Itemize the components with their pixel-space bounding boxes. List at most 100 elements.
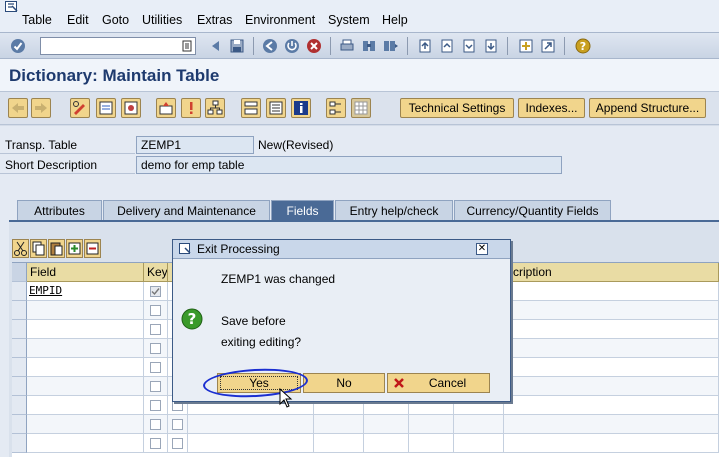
table-cell[interactable] (144, 377, 168, 396)
table-cell[interactable] (27, 358, 144, 377)
table-cell[interactable] (144, 396, 168, 415)
technical-settings-button[interactable]: Technical Settings (400, 98, 514, 118)
field-name[interactable]: EMPID (29, 284, 62, 297)
table-cell[interactable] (27, 320, 144, 339)
key-checkbox[interactable] (150, 419, 161, 430)
table-cell[interactable] (504, 358, 719, 377)
help-icon[interactable]: ? (575, 38, 591, 54)
save-icon[interactable] (229, 38, 245, 54)
table-cell[interactable] (144, 282, 168, 301)
tab-fields[interactable]: Fields (271, 200, 334, 220)
table-cell[interactable] (144, 434, 168, 453)
table-cell[interactable] (144, 320, 168, 339)
cancel-icon[interactable] (306, 38, 322, 54)
table-cell[interactable] (504, 377, 719, 396)
previous-page-icon[interactable] (439, 38, 455, 54)
back-arrow-button[interactable] (8, 98, 28, 118)
table-cell[interactable] (168, 434, 188, 453)
print-icon[interactable] (339, 38, 355, 54)
row-selector[interactable] (12, 434, 27, 453)
command-field[interactable] (40, 37, 196, 55)
display-object-list-button[interactable] (266, 98, 286, 118)
check-button[interactable] (121, 98, 141, 118)
table-cell[interactable] (364, 415, 409, 434)
row-selector[interactable] (12, 282, 27, 301)
information-button[interactable] (291, 98, 311, 118)
no-button[interactable]: No (303, 373, 385, 393)
row-selector[interactable] (12, 377, 27, 396)
activate-button[interactable] (156, 98, 176, 118)
table-cell[interactable] (504, 320, 719, 339)
table-cell[interactable] (504, 282, 719, 301)
find-next-icon[interactable] (383, 38, 399, 54)
menu-utilities[interactable]: Utilities (142, 13, 182, 27)
menu-extras[interactable]: Extras (197, 13, 232, 27)
back-icon[interactable] (262, 38, 278, 54)
row-selector[interactable] (12, 358, 27, 377)
table-cell[interactable] (27, 339, 144, 358)
table-cell[interactable] (144, 415, 168, 434)
command-history-icon[interactable] (182, 40, 192, 52)
tab-attributes[interactable]: Attributes (17, 200, 102, 220)
short-description-field[interactable]: demo for emp table (136, 156, 562, 174)
table-cell[interactable] (27, 377, 144, 396)
row-selector[interactable] (12, 339, 27, 358)
exit-icon[interactable] (284, 38, 300, 54)
table-cell[interactable] (504, 415, 719, 434)
display-change-button[interactable] (70, 98, 90, 118)
table-cell[interactable] (504, 396, 719, 415)
key-checkbox[interactable] (150, 400, 161, 411)
row-selector[interactable] (12, 301, 27, 320)
table-cell[interactable]: EMPID (27, 282, 144, 301)
row-selector[interactable] (12, 320, 27, 339)
menu-table[interactable]: Table (22, 13, 52, 27)
table-cell[interactable] (27, 415, 144, 434)
key-checkbox[interactable] (150, 438, 161, 449)
key-checkbox[interactable] (150, 381, 161, 392)
last-page-icon[interactable] (483, 38, 499, 54)
other-object-button[interactable] (96, 98, 116, 118)
shortcut-icon[interactable] (540, 38, 556, 54)
forward-arrow-button[interactable] (31, 98, 51, 118)
column-header-short-description[interactable]: scription (504, 263, 719, 282)
column-header-field[interactable]: Field (27, 263, 144, 282)
initial-checkbox[interactable] (172, 438, 183, 449)
menu-help[interactable]: Help (382, 13, 408, 27)
enter-checkmark-icon[interactable] (10, 38, 26, 54)
table-cell[interactable] (314, 415, 364, 434)
menu-goto[interactable]: Goto (102, 13, 129, 27)
table-cell[interactable] (454, 434, 504, 453)
row-selector[interactable] (12, 415, 27, 434)
indexes-button[interactable]: Indexes... (518, 98, 585, 118)
table-cell[interactable] (168, 415, 188, 434)
delete-row-button[interactable] (84, 239, 101, 258)
key-checkbox[interactable] (150, 305, 161, 316)
copy-button[interactable] (30, 239, 47, 258)
table-cell[interactable] (409, 415, 454, 434)
table-cell[interactable] (504, 339, 719, 358)
table-cell[interactable] (314, 434, 364, 453)
table-cell[interactable] (454, 415, 504, 434)
table-cell[interactable] (27, 301, 144, 320)
table-cell[interactable] (144, 358, 168, 377)
first-page-icon[interactable] (417, 38, 433, 54)
table-cell[interactable] (409, 434, 454, 453)
new-session-icon[interactable] (518, 38, 534, 54)
key-checkbox[interactable] (150, 324, 161, 335)
tab-currency-quantity-fields[interactable]: Currency/Quantity Fields (454, 200, 611, 220)
menu-system[interactable]: System (328, 13, 370, 27)
tree-button[interactable] (326, 98, 346, 118)
tab-delivery-and-maintenance[interactable]: Delivery and Maintenance (103, 200, 270, 220)
hierarchy-button[interactable] (205, 98, 225, 118)
column-header-key[interactable]: Key (144, 263, 168, 282)
menu-edit[interactable]: Edit (67, 13, 89, 27)
insert-row-button[interactable] (66, 239, 83, 258)
table-cell[interactable] (144, 339, 168, 358)
table-cell[interactable] (364, 434, 409, 453)
key-checkbox[interactable] (150, 286, 161, 297)
system-menu-icon[interactable] (5, 1, 19, 13)
table-cell[interactable] (188, 415, 314, 434)
find-icon[interactable] (361, 38, 377, 54)
key-checkbox[interactable] (150, 362, 161, 373)
cut-button[interactable] (12, 239, 29, 258)
